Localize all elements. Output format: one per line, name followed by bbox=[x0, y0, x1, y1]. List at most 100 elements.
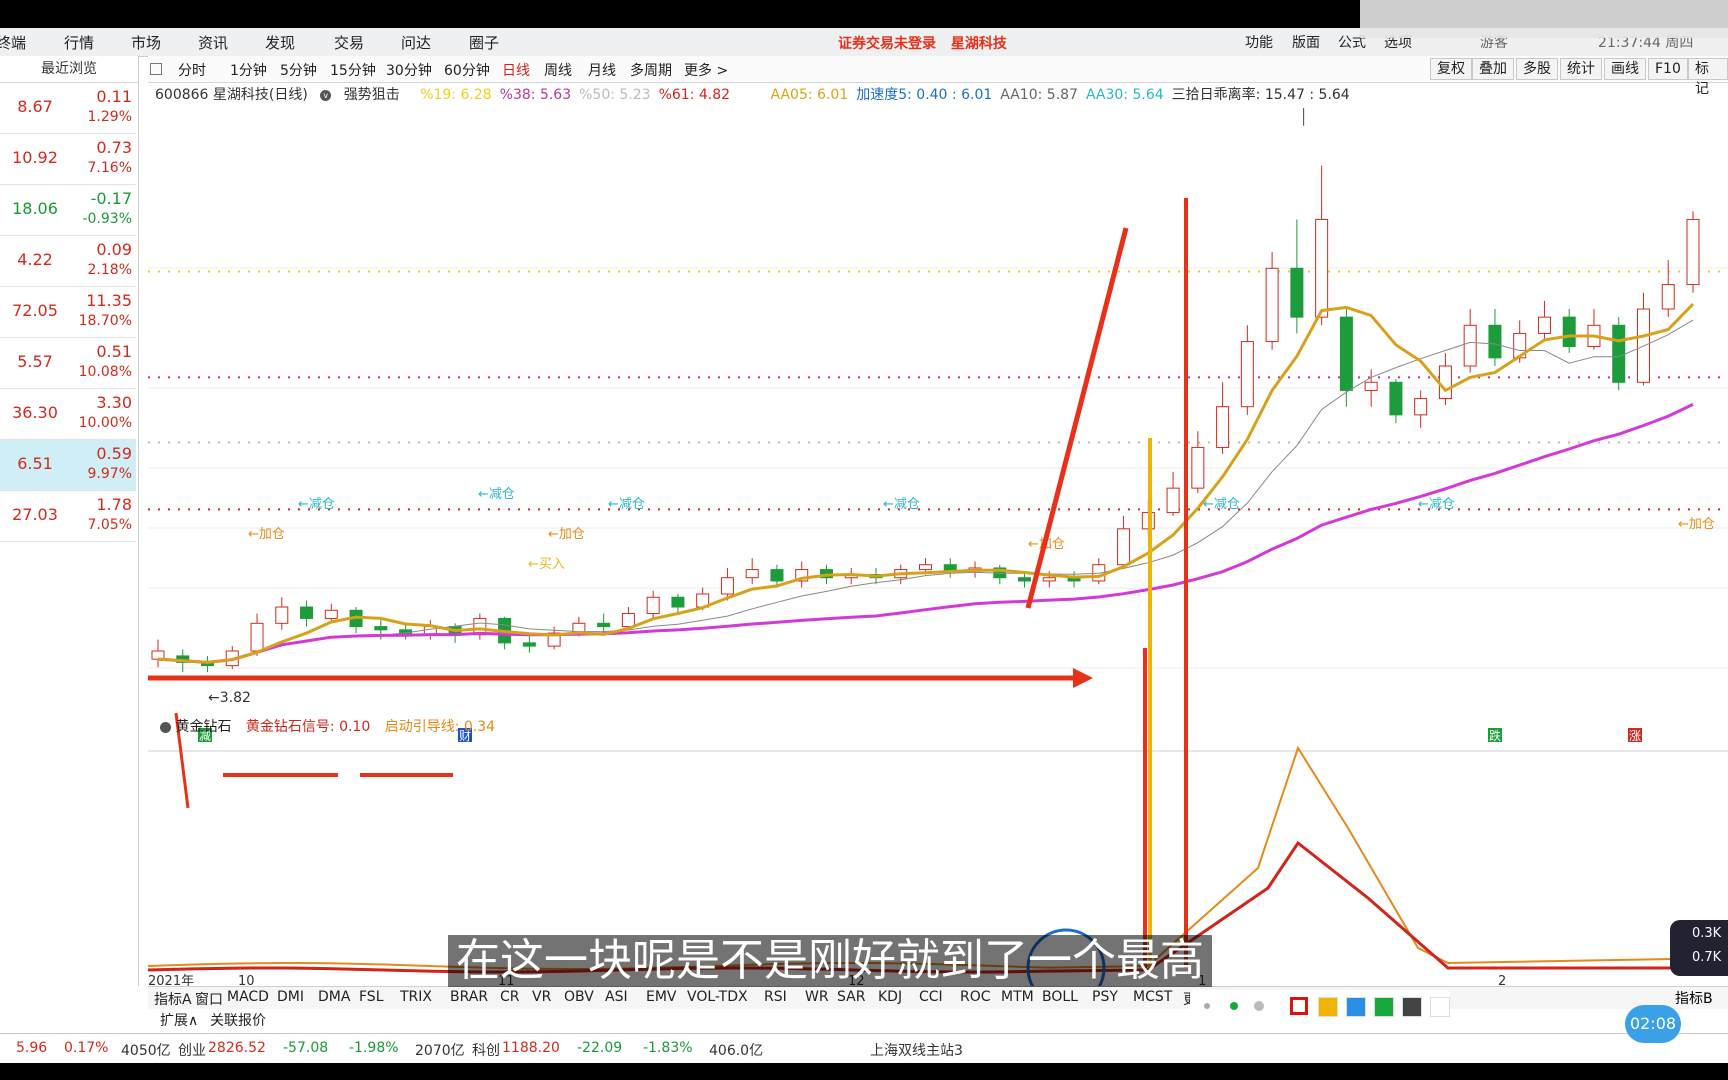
color-swatch[interactable] bbox=[1430, 997, 1450, 1017]
tab-related-quote[interactable]: 关联报价 bbox=[210, 1010, 266, 1030]
period-5min[interactable]: 5分钟 bbox=[280, 60, 317, 80]
period-30min[interactable]: 30分钟 bbox=[386, 60, 432, 80]
low-price-label: ←3.82 bbox=[208, 690, 251, 706]
watch-percent: -0.93% bbox=[82, 211, 132, 227]
indicator-tab[interactable]: FSL bbox=[359, 989, 384, 1005]
indicator-tab[interactable]: 指标A bbox=[154, 989, 192, 1009]
color-swatch[interactable] bbox=[1318, 997, 1338, 1017]
watch-list-row[interactable]: 8.67 0.11 1.29% bbox=[0, 83, 136, 134]
indicator-tab[interactable]: RSI bbox=[764, 989, 787, 1005]
candle-body bbox=[522, 642, 536, 647]
menu-market[interactable]: 市场 bbox=[131, 32, 161, 53]
indicator-tab[interactable]: VR bbox=[532, 989, 551, 1005]
menu-layout[interactable]: 版面 bbox=[1292, 32, 1320, 52]
indicator-tab[interactable]: ASI bbox=[605, 989, 628, 1005]
recording-timer[interactable]: 02:08 bbox=[1625, 1005, 1681, 1043]
candle-body bbox=[621, 613, 635, 628]
menu-discover[interactable]: 发现 bbox=[265, 32, 295, 53]
period-60min[interactable]: 60分钟 bbox=[444, 60, 490, 80]
indicator-tab[interactable]: VOL-TDX bbox=[687, 989, 748, 1005]
restore-rights-button[interactable]: 复权 bbox=[1430, 58, 1472, 80]
indicator-tab[interactable]: MCST bbox=[1133, 989, 1172, 1005]
menu-ask[interactable]: 问达 bbox=[401, 32, 431, 53]
ma-value: AA05: 6.01 bbox=[770, 87, 849, 103]
indicator-tab[interactable]: EMV bbox=[646, 989, 677, 1005]
watch-list-row[interactable]: 6.51 0.59 9.97% bbox=[0, 440, 136, 491]
overlay-button[interactable]: 叠加 bbox=[1472, 58, 1514, 80]
menu-circle[interactable]: 圈子 bbox=[469, 32, 499, 53]
period-more[interactable]: 更多 > bbox=[684, 60, 728, 80]
indicator-tab[interactable]: BOLL bbox=[1042, 989, 1078, 1005]
period-1min[interactable]: 1分钟 bbox=[230, 60, 267, 80]
draw-line-button[interactable]: 画线 bbox=[1604, 58, 1646, 80]
tab-indicator-b[interactable]: 指标B bbox=[1675, 988, 1713, 1008]
watch-list-row[interactable]: 72.05 11.35 18.70% bbox=[0, 287, 136, 338]
indicator-tab[interactable]: KDJ bbox=[878, 989, 902, 1005]
signal-label: ←加仓 bbox=[1678, 517, 1715, 532]
indicator-tab[interactable]: DMI bbox=[277, 989, 304, 1005]
period-tick[interactable]: 分时 bbox=[178, 60, 206, 80]
indicator-tab[interactable]: ROC bbox=[960, 989, 991, 1005]
indicator-tab[interactable]: MTM bbox=[1001, 989, 1034, 1005]
brush-size-dot[interactable] bbox=[1254, 1001, 1264, 1011]
kline-chart[interactable]: 6.93←3.82←减仓←加仓←减仓←加仓←买入←减仓←减仓←加仓←减仓←减仓←… bbox=[147, 80, 1728, 1008]
color-swatch[interactable] bbox=[1290, 997, 1308, 1015]
watch-list-row[interactable]: 18.06 -0.17 -0.93% bbox=[0, 185, 136, 236]
mark-button[interactable]: 标记 bbox=[1688, 58, 1728, 97]
watch-change: 0.11 bbox=[96, 87, 132, 106]
tab-extend[interactable]: 扩展∧ bbox=[160, 1010, 198, 1030]
menu-function[interactable]: 功能 bbox=[1245, 32, 1273, 52]
menu-news[interactable]: 资讯 bbox=[198, 32, 228, 53]
color-swatch[interactable] bbox=[1374, 997, 1394, 1017]
indicator-tab[interactable]: 窗口 bbox=[195, 989, 223, 1009]
period-15min[interactable]: 15分钟 bbox=[330, 60, 376, 80]
period-day[interactable]: 日线 bbox=[502, 60, 530, 80]
watch-list-row[interactable]: 27.03 1.78 7.05% bbox=[0, 491, 136, 542]
color-swatch[interactable] bbox=[1402, 997, 1422, 1017]
watch-price: 72.05 bbox=[12, 301, 58, 320]
color-swatch[interactable] bbox=[1346, 997, 1366, 1017]
menu-trade[interactable]: 交易 bbox=[334, 32, 364, 53]
period-month[interactable]: 月线 bbox=[588, 60, 616, 80]
statistics-button[interactable]: 统计 bbox=[1560, 58, 1602, 80]
toggle-sidebar-icon[interactable] bbox=[150, 63, 162, 75]
candle-body bbox=[1339, 316, 1353, 391]
indicator-tab[interactable]: TRIX bbox=[400, 989, 432, 1005]
brush-size-dot[interactable] bbox=[1204, 1003, 1210, 1009]
indicator-tab[interactable]: BRAR bbox=[450, 989, 488, 1005]
indicator-tab[interactable]: OBV bbox=[564, 989, 594, 1005]
multi-stock-button[interactable]: 多股 bbox=[1516, 58, 1558, 80]
watch-price: 10.92 bbox=[12, 148, 58, 167]
indicator-tab[interactable]: PSY bbox=[1092, 989, 1118, 1005]
watch-list-row[interactable]: 4.22 0.09 2.18% bbox=[0, 236, 136, 287]
period-week[interactable]: 周线 bbox=[544, 60, 572, 80]
candle-body bbox=[1463, 324, 1477, 367]
watch-percent: 7.16% bbox=[87, 160, 132, 176]
candle-body bbox=[1191, 446, 1205, 489]
signal-label: ←减仓 bbox=[883, 497, 920, 512]
indicator-tab[interactable]: DMA bbox=[318, 989, 350, 1005]
indicator-tab[interactable]: WR bbox=[805, 989, 829, 1005]
watch-list-row[interactable]: 36.30 3.30 10.00% bbox=[0, 389, 136, 440]
period-multi[interactable]: 多周期 bbox=[630, 60, 672, 80]
candle-body bbox=[1389, 381, 1403, 416]
chart-info-bar: 600866 星湖科技(日线) v 强势狙击 %19: 6.28 %38: 5.6… bbox=[155, 84, 1366, 104]
candle-body bbox=[1216, 406, 1230, 448]
brush-size-dot[interactable] bbox=[1230, 1002, 1238, 1010]
candle-body bbox=[374, 626, 388, 631]
watch-list-row[interactable]: 5.57 0.51 10.08% bbox=[0, 338, 136, 389]
watch-price: 4.22 bbox=[17, 250, 53, 269]
indicator-tab[interactable]: CCI bbox=[919, 989, 943, 1005]
indicator-tab[interactable]: CR bbox=[500, 989, 520, 1005]
signal-label: ←减仓 bbox=[1203, 497, 1240, 512]
indicator-tab[interactable]: SAR bbox=[837, 989, 865, 1005]
watch-change: 3.30 bbox=[96, 393, 132, 412]
kline-chart-svg[interactable]: 6.93←3.82←减仓←加仓←减仓←加仓←买入←减仓←减仓←加仓←减仓←减仓←… bbox=[147, 80, 1728, 1008]
watch-list-row[interactable]: 10.92 0.73 7.16% bbox=[0, 134, 136, 185]
indicator-dropdown[interactable]: v 强势狙击 bbox=[320, 87, 407, 103]
menu-quotes[interactable]: 行情 bbox=[64, 32, 94, 53]
annotation-arrow bbox=[1025, 227, 1129, 609]
sub-indicator-toggle-icon[interactable] bbox=[160, 721, 171, 733]
f10-button[interactable]: F10 bbox=[1648, 58, 1688, 80]
indicator-tab[interactable]: MACD bbox=[227, 989, 269, 1005]
